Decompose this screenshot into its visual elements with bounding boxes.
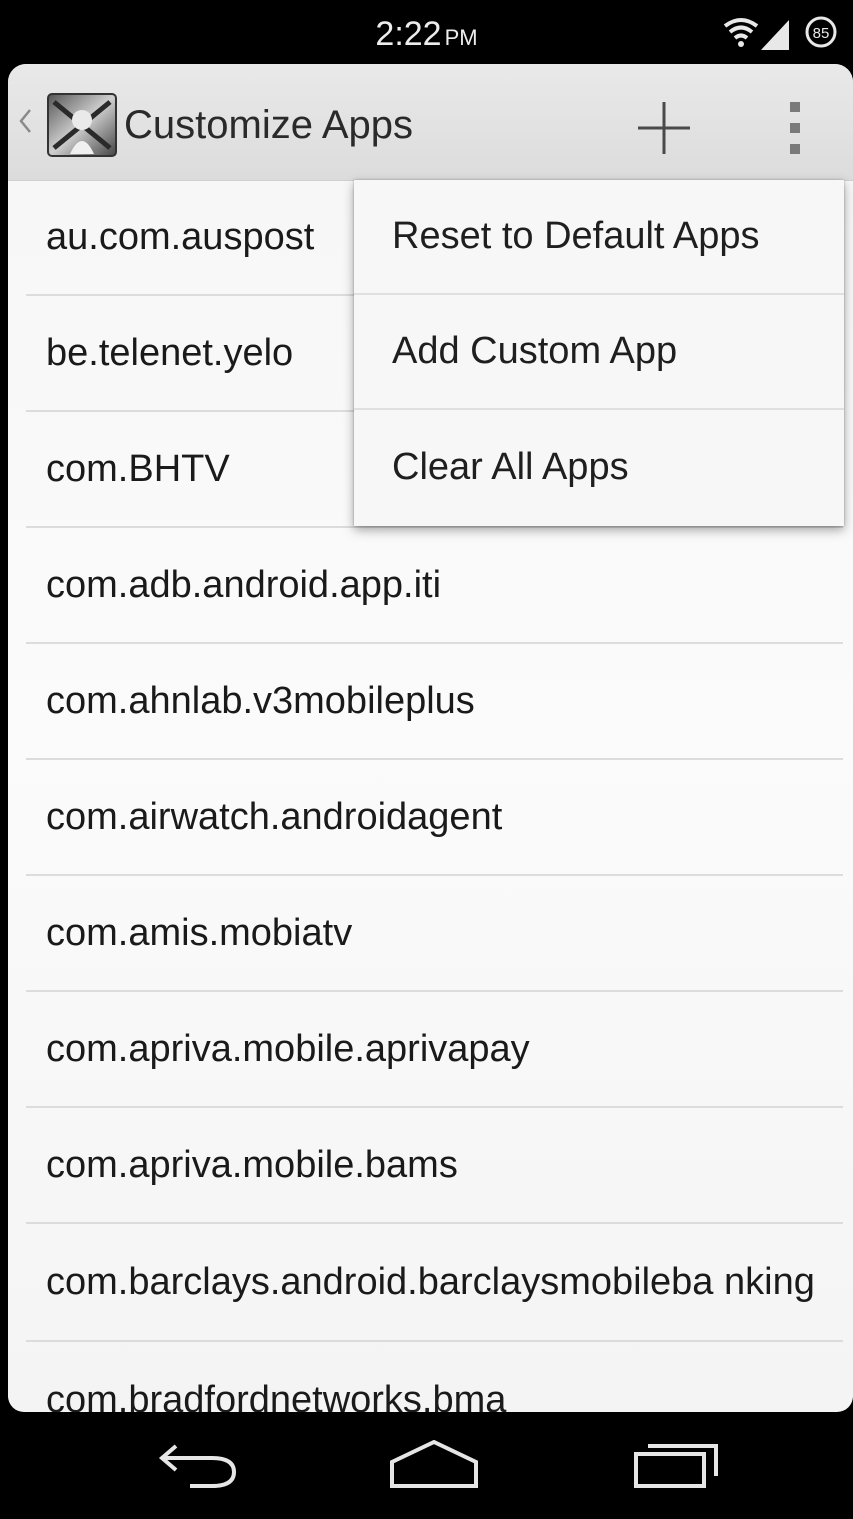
up-caret-icon[interactable] [18,108,32,134]
list-item[interactable]: com.apriva.mobile.bams [26,1108,843,1224]
list-item[interactable]: com.barclays.android.barclaysmobileba nk… [26,1224,843,1342]
list-item[interactable]: com.ahnlab.v3mobileplus [26,644,843,760]
signal-icon [761,20,789,50]
menu-item-add-custom-app[interactable]: Add Custom App [354,295,844,410]
battery-icon: 85 [805,16,837,48]
list-item[interactable]: com.bradfordnetworks.bma [26,1342,843,1412]
menu-item-label: Reset to Default Apps [392,215,760,257]
list-item[interactable]: com.apriva.mobile.aprivapay [26,992,843,1108]
list-item-label: com.apriva.mobile.aprivapay [46,1028,530,1070]
battery-level: 85 [813,25,830,42]
list-item-label: au.com.auspost [46,216,315,258]
list-item-label: com.apriva.mobile.bams [46,1144,458,1186]
list-item-label: com.airwatch.androidagent [46,796,503,838]
back-icon[interactable] [150,1440,246,1490]
status-icons: 85 [719,14,843,54]
list-item-label: be.telenet.yelo [46,332,294,374]
list-item-label: com.barclays.android.barclaysmobileba nk… [46,1261,815,1303]
status-ampm: PM [444,25,478,50]
app-screen: Customize Apps au.com.auspost be.telenet… [8,64,853,1412]
overflow-menu-icon[interactable] [778,98,814,158]
navigation-bar [0,1412,853,1519]
overflow-menu: Reset to Default Apps Add Custom App Cle… [354,180,844,526]
list-item-label: com.ahnlab.v3mobileplus [46,680,475,722]
list-item-label: com.BHTV [46,448,230,490]
list-item-label: com.adb.android.app.iti [46,564,442,606]
menu-item-reset-default-apps[interactable]: Reset to Default Apps [354,180,844,295]
menu-item-clear-all-apps[interactable]: Clear All Apps [354,410,844,525]
list-item[interactable]: com.airwatch.androidagent [26,760,843,876]
wifi-icon [723,18,759,47]
status-clock: 2:22 [375,15,442,53]
list-item[interactable]: com.amis.mobiatv [26,876,843,992]
home-icon[interactable] [386,1440,482,1490]
menu-item-label: Clear All Apps [392,446,629,488]
recents-icon[interactable] [630,1440,726,1490]
list-item-label: com.bradfordnetworks.bma [46,1379,507,1412]
menu-item-label: Add Custom App [392,330,678,372]
page-title: Customize Apps [124,103,414,147]
app-icon[interactable] [44,92,120,158]
action-bar: Customize Apps [8,64,853,181]
list-item-label: com.amis.mobiatv [46,912,353,954]
add-icon[interactable] [632,96,696,160]
list-item[interactable]: com.adb.android.app.iti [26,528,843,644]
status-bar: 2:22 PM 85 [0,0,853,64]
